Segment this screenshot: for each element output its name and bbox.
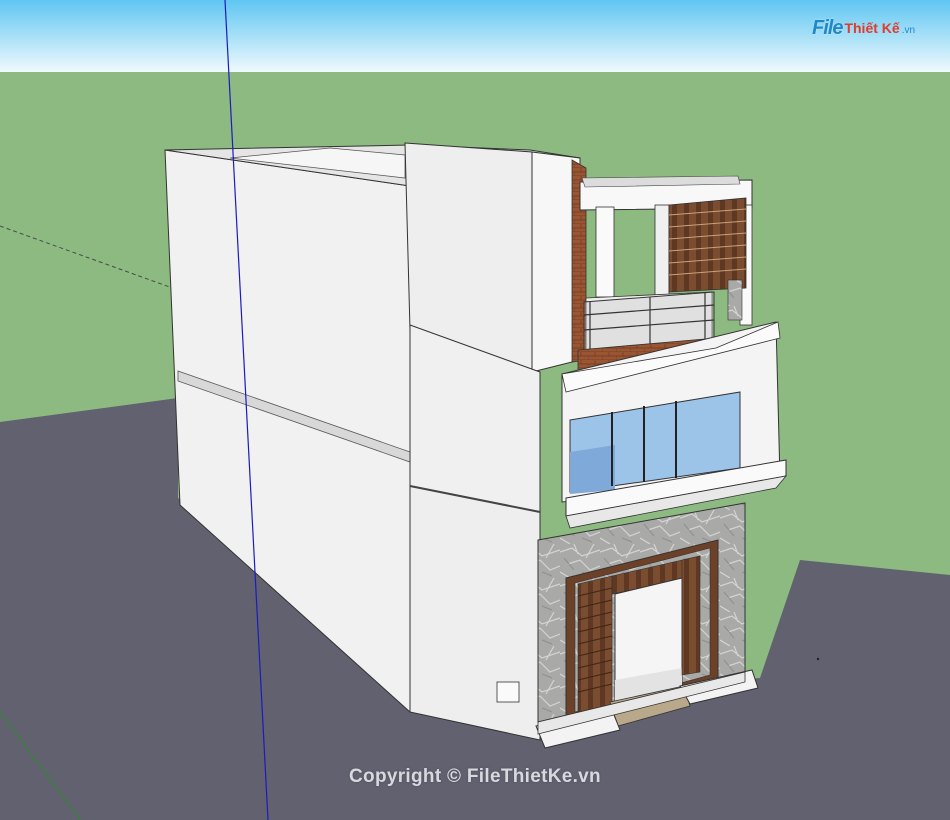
- utility-box: [496, 681, 520, 703]
- logo-suffix: .vn: [901, 24, 916, 36]
- glass-reflection: [570, 445, 615, 494]
- logo-name: Thiết Kế: [844, 20, 900, 36]
- copyright-watermark: Copyright © FileThietKe.vn: [349, 766, 601, 787]
- logo-prefix: File: [812, 16, 843, 39]
- sky: [0, 0, 950, 74]
- stone-pillar: [727, 279, 743, 321]
- terrace-post-2: [654, 204, 670, 296]
- sketchup-viewport[interactable]: [0, 0, 950, 820]
- front-lower-wall: [409, 485, 541, 741]
- louver-left: [577, 575, 613, 713]
- louver-right: [681, 555, 701, 676]
- terrace-post-1: [595, 206, 615, 298]
- filethietke-logo: File Thiết Kế .vn: [812, 14, 915, 42]
